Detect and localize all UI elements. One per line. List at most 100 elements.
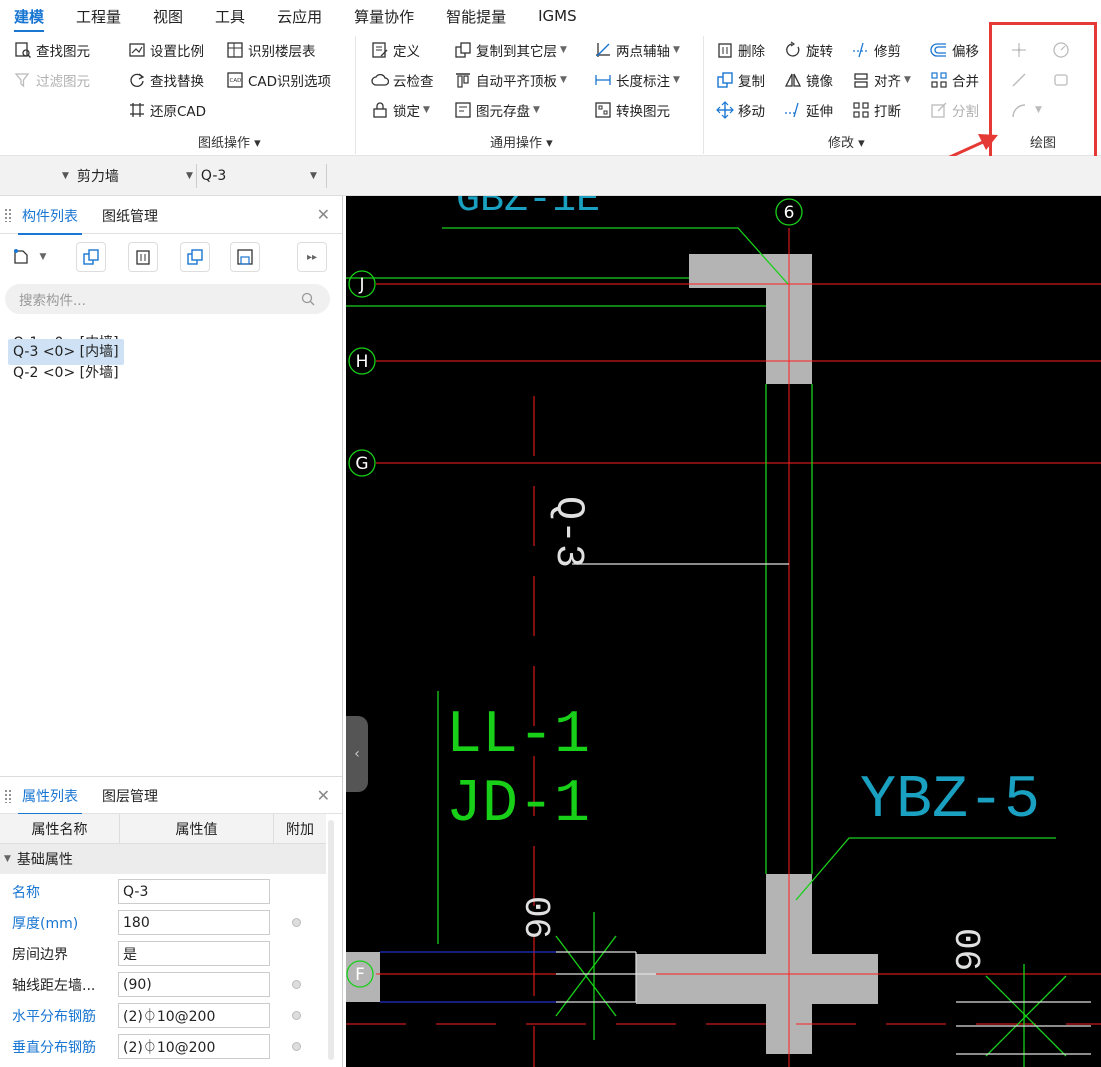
- filter-element-button[interactable]: 过滤图元: [14, 69, 90, 91]
- scrollbar[interactable]: [328, 820, 334, 1060]
- attach-checkbox[interactable]: [292, 1042, 301, 1051]
- property-name: 房间边界: [12, 946, 68, 963]
- property-value-input[interactable]: (2)⏀10@200: [118, 1034, 270, 1059]
- drag-handle-icon[interactable]: [4, 208, 12, 222]
- identify-floor-table-button[interactable]: 识别楼层表: [226, 39, 316, 61]
- copy-component-button[interactable]: [76, 242, 106, 272]
- divider: [355, 36, 356, 154]
- filter-icon: [14, 71, 32, 89]
- close-icon[interactable]: ✕: [317, 205, 330, 224]
- attach-checkbox[interactable]: [292, 918, 301, 927]
- menu-tab-igms[interactable]: IGMS: [538, 4, 577, 32]
- menu-tab-modeling[interactable]: 建模: [14, 4, 45, 33]
- restore-cad-button[interactable]: 还原CAD: [128, 99, 206, 121]
- group-title-drawing-ops[interactable]: 图纸操作 ▾: [198, 132, 261, 151]
- property-group-basic[interactable]: ▼ 基础属性: [0, 844, 326, 874]
- tab-property-list[interactable]: 属性列表: [18, 776, 82, 815]
- delete-button[interactable]: 删除: [716, 39, 765, 61]
- wall-bottom[interactable]: [636, 874, 878, 1054]
- property-name: 垂直分布钢筋: [12, 1039, 96, 1056]
- convert-element-button[interactable]: 转换图元: [594, 99, 670, 121]
- chevron-down-icon: ▼: [560, 75, 567, 85]
- tab-drawing-management[interactable]: 图纸管理: [102, 196, 158, 234]
- dimension-icon: [594, 71, 612, 89]
- chevron-down-icon: ▼: [673, 75, 680, 85]
- drag-handle-icon[interactable]: [4, 789, 12, 803]
- close-icon[interactable]: ✕: [317, 786, 330, 805]
- rotate-icon: [784, 41, 802, 59]
- set-scale-button[interactable]: 设置比例: [128, 39, 204, 61]
- tab-component-list[interactable]: 构件列表: [18, 196, 82, 235]
- chevron-down-icon: ▼: [533, 105, 540, 115]
- layer-copy-button[interactable]: [180, 242, 210, 272]
- property-value-input[interactable]: (2)⏀10@200: [118, 1003, 270, 1028]
- collapse-panel-handle[interactable]: ‹: [346, 716, 368, 792]
- cloud-check-button[interactable]: 云检查: [371, 69, 434, 91]
- property-value-input[interactable]: Q-3: [118, 879, 270, 904]
- two-point-aux-axis-button[interactable]: 两点辅轴 ▼: [594, 39, 680, 61]
- extend-button[interactable]: 延伸: [784, 99, 833, 121]
- align-button[interactable]: 对齐 ▼: [852, 69, 911, 91]
- auto-align-top-button[interactable]: 自动平齐顶板 ▼: [454, 69, 567, 91]
- cad-text: GBZ-1E: [456, 196, 600, 223]
- find-element-button[interactable]: 查找图元: [14, 39, 90, 61]
- menu-tab-smart-extract[interactable]: 智能提量: [446, 4, 506, 32]
- delete-component-button[interactable]: [128, 242, 158, 272]
- trim-button[interactable]: 修剪: [852, 39, 901, 61]
- group-title-modify[interactable]: 修改 ▾: [828, 132, 865, 151]
- copy-icon: [83, 249, 99, 265]
- save-element-button[interactable]: 图元存盘 ▼: [454, 99, 540, 121]
- more-button[interactable]: ▸▸: [297, 242, 327, 272]
- group-title-general-ops[interactable]: 通用操作 ▾: [490, 132, 553, 151]
- wall-top[interactable]: [689, 254, 812, 384]
- attach-checkbox[interactable]: [292, 1011, 301, 1020]
- property-value-input[interactable]: 180: [118, 910, 270, 935]
- cad-text-wall-label: Q-3: [545, 496, 590, 568]
- property-value-input[interactable]: 是: [118, 941, 270, 966]
- find-replace-button[interactable]: 查找替换: [128, 69, 204, 91]
- length-dimension-button[interactable]: 长度标注 ▼: [594, 69, 680, 91]
- component-search-input[interactable]: 搜索构件...: [5, 284, 330, 314]
- menu-tab-quantities[interactable]: 工程量: [76, 4, 121, 32]
- chevron-down-icon: ▼: [423, 105, 430, 115]
- divider: [326, 164, 327, 188]
- cad-drawing-canvas[interactable]: 6 J H G F GBZ-1E Q-3 LL-1 JD-1 YBZ-5 06 …: [346, 196, 1101, 1067]
- save-component-button[interactable]: [230, 242, 260, 272]
- component-list: Q-1 <0> [内墙] Q-2 <0> [外墙] Q-3 <0> [内墙]: [8, 330, 338, 390]
- menu-tab-collaboration[interactable]: 算量协作: [354, 4, 414, 32]
- table-row: 名称 Q-3: [0, 876, 326, 907]
- menu-tab-view[interactable]: 视图: [153, 4, 183, 32]
- component-select[interactable]: ▼ Q-3: [186, 165, 226, 187]
- define-button[interactable]: 定义: [371, 39, 420, 61]
- new-component-button[interactable]: ▼: [6, 242, 52, 272]
- cad-text: 06: [945, 928, 986, 971]
- third-select[interactable]: ▼: [310, 165, 325, 187]
- move-icon: [716, 101, 734, 119]
- new-file-icon: [13, 249, 28, 264]
- property-value-input[interactable]: (90): [118, 972, 270, 997]
- cad-identify-options-button[interactable]: CAD CAD识别选项: [226, 69, 331, 91]
- rotate-button[interactable]: 旋转: [784, 39, 833, 61]
- axis-label: H: [356, 352, 369, 372]
- chevron-down-icon: ▼: [673, 45, 680, 55]
- copy-to-other-floor-button[interactable]: 复制到其它层 ▼: [454, 39, 567, 61]
- offset-button[interactable]: 偏移: [930, 39, 979, 61]
- refresh-icon: [128, 71, 146, 89]
- list-item-selected[interactable]: Q-3 <0> [内墙]: [8, 339, 124, 365]
- property-panel: 属性列表 图层管理 ✕ 属性名称 属性值 附加 ▼ 基础属性 名称 Q-3 厚度…: [0, 776, 343, 1067]
- menu-tab-tools[interactable]: 工具: [215, 4, 245, 32]
- mirror-button[interactable]: 镜像: [784, 69, 833, 91]
- component-type-select[interactable]: ▼ 剪力墙: [62, 165, 119, 187]
- attach-checkbox[interactable]: [292, 980, 301, 989]
- move-button[interactable]: 移动: [716, 99, 765, 121]
- break-button[interactable]: 打断: [852, 99, 901, 121]
- column-header: 属性值: [120, 814, 274, 843]
- menu-tab-cloud[interactable]: 云应用: [277, 4, 322, 32]
- trash-icon: [136, 250, 150, 265]
- tab-layer-management[interactable]: 图层管理: [102, 776, 158, 814]
- axis-label: J: [358, 275, 364, 295]
- merge-button[interactable]: 合并: [930, 69, 979, 91]
- copy-button[interactable]: 复制: [716, 69, 765, 91]
- trim-icon: [852, 41, 870, 59]
- lock-button[interactable]: 锁定 ▼: [371, 99, 430, 121]
